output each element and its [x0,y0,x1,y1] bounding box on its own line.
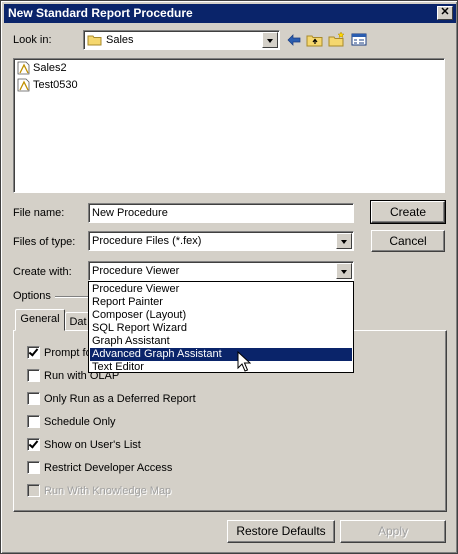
new-folder-icon[interactable] [328,31,346,47]
folder-icon [87,35,102,46]
deferred-report-checkbox[interactable] [27,392,40,405]
create-button[interactable]: Create [370,200,446,224]
options-separator [55,296,88,298]
options-label: Options [13,290,51,302]
lookin-dropdown-button[interactable] [262,32,278,48]
tab-general[interactable]: General [15,309,65,331]
filetype-value: Procedure Files (*.fex) [92,235,202,247]
lookin-label: Look in: [13,34,52,46]
new-report-dialog: New Standard Report Procedure ✕ Look in:… [0,0,458,554]
schedule-only-checkbox[interactable] [27,415,40,428]
dropdown-option-sql-report-wizard[interactable]: SQL Report Wizard [90,322,352,335]
show-users-list-label: Show on User's List [44,439,141,451]
schedule-only-label: Schedule Only [44,416,116,428]
knowledge-map-label: Run With Knowledge Map [44,485,172,497]
dropdown-option-text-editor[interactable]: Text Editor [90,361,352,374]
createwith-combo[interactable]: Procedure Viewer [88,261,354,281]
filetype-dropdown-button[interactable] [336,233,352,249]
close-icon[interactable]: ✕ [437,6,453,20]
lookin-combo[interactable]: Sales [83,30,280,50]
knowledge-map-checkbox [27,484,40,497]
lookin-value: Sales [106,34,134,46]
dropdown-option-composer[interactable]: Composer (Layout) [90,309,352,322]
window-title: New Standard Report Procedure [8,6,193,20]
filename-value: New Procedure [92,207,168,219]
title-bar: New Standard Report Procedure ✕ [4,4,456,23]
restore-defaults-button[interactable]: Restore Defaults [227,520,335,543]
filetype-combo[interactable]: Procedure Files (*.fex) [88,231,354,251]
file-list[interactable]: Sales2 Test0530 [13,58,445,193]
dropdown-option-graph-assistant[interactable]: Graph Assistant [90,335,352,348]
report-file-icon [17,61,30,75]
createwith-value: Procedure Viewer [92,265,180,277]
filename-input[interactable]: New Procedure [88,203,354,223]
file-name: Sales2 [33,62,67,74]
createwith-dropdown-button[interactable] [336,263,352,279]
dropdown-option-procedure-viewer[interactable]: Procedure Viewer [90,283,352,296]
dropdown-option-advanced-graph-assistant[interactable]: Advanced Graph Assistant [90,348,352,361]
prompt-label: Prompt fo [44,347,92,359]
report-file-icon [17,78,30,92]
show-users-list-checkbox[interactable] [27,438,40,451]
run-olap-checkbox[interactable] [27,369,40,382]
file-name: Test0530 [33,79,78,91]
list-item[interactable]: Test0530 [17,78,78,94]
deferred-report-label: Only Run as a Deferred Report [44,393,196,405]
restrict-developer-checkbox[interactable] [27,461,40,474]
createwith-label: Create with: [13,266,72,278]
mouse-cursor-icon [237,351,251,372]
filename-label: File name: [13,207,65,219]
up-folder-icon[interactable] [306,32,324,48]
filetype-label: Files of type: [13,236,76,248]
dropdown-option-report-painter[interactable]: Report Painter [90,296,352,309]
back-arrow-icon[interactable] [285,32,303,48]
cancel-button[interactable]: Cancel [371,230,445,252]
list-item[interactable]: Sales2 [17,61,67,77]
restrict-developer-label: Restrict Developer Access [44,462,173,474]
prompt-checkbox[interactable] [27,346,40,359]
apply-button: Apply [340,520,446,543]
createwith-dropdown-list[interactable]: Procedure Viewer Report Painter Composer… [88,281,354,373]
view-menu-icon[interactable] [351,32,369,48]
